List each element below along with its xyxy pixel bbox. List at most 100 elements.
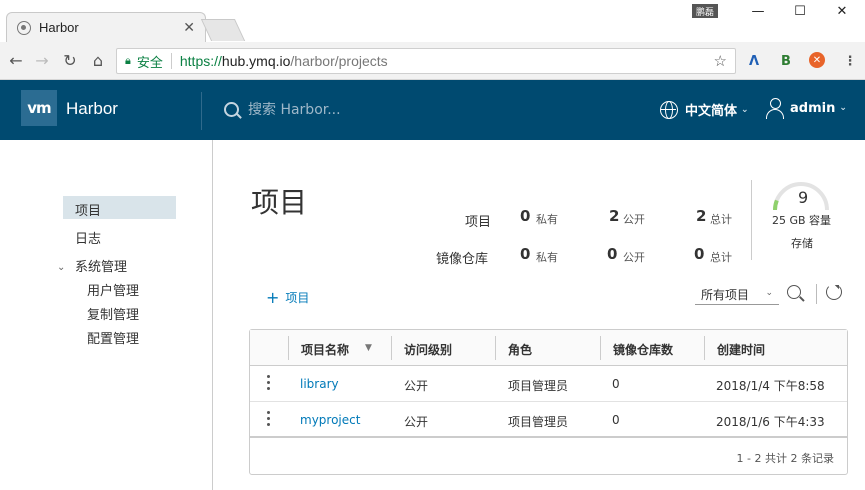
- column-header-repo-count[interactable]: 镜像仓库数: [613, 341, 673, 358]
- column-header-created[interactable]: 创建时间: [717, 341, 765, 358]
- column-header-name[interactable]: 项目名称: [301, 341, 349, 358]
- sidebar-item-replication[interactable]: 复制管理: [87, 304, 139, 323]
- sidebar-group-admin[interactable]: 系统管理: [75, 256, 127, 275]
- chevron-down-icon: ⌄: [741, 104, 749, 115]
- toolbar-divider: [816, 284, 817, 304]
- column-divider: [704, 336, 705, 360]
- stat-projects-total: 2: [696, 207, 707, 225]
- back-icon[interactable]: ←: [6, 50, 26, 70]
- sidebar-item-users[interactable]: 用户管理: [87, 280, 139, 299]
- column-divider: [495, 336, 496, 360]
- project-name-link[interactable]: myproject: [300, 413, 360, 427]
- sidebar-item-logs[interactable]: 日志: [75, 228, 101, 247]
- sidebar: 项目 日志 ⌄ 系统管理 用户管理 复制管理 配置管理: [0, 140, 213, 490]
- url-scheme: https://: [179, 53, 222, 69]
- globe-icon: [660, 100, 678, 119]
- storage-label: 存储: [791, 237, 813, 250]
- stat-repos-total: 0: [694, 245, 705, 263]
- url-path: /harbor/projects: [290, 53, 388, 69]
- table-header: 项目名称 ▼ 访问级别 角色 镜像仓库数 创建时间: [250, 330, 847, 366]
- secure-label: 安全: [136, 54, 163, 70]
- favicon-icon: [17, 20, 31, 35]
- minimize-icon[interactable]: —: [738, 0, 778, 22]
- row-actions-icon[interactable]: [267, 375, 271, 391]
- reload-icon[interactable]: ↻: [60, 50, 80, 70]
- stat-repos-public: 0: [607, 245, 618, 263]
- add-project-button[interactable]: + 项目: [266, 289, 309, 306]
- tab-title: Harbor: [39, 20, 79, 35]
- stat-total-label: 总计: [710, 213, 732, 226]
- url-host: hub.ymq.io: [221, 53, 291, 69]
- browser-tabstrip: Harbor ✕ 鹏磊 — ☐ ✕: [0, 0, 865, 42]
- stat-label-repositories: 镜像仓库: [436, 252, 489, 267]
- extension-c-icon[interactable]: ✕: [809, 52, 825, 68]
- stat-total-label: 总计: [710, 251, 732, 264]
- menu-icon[interactable]: ⋮: [841, 52, 859, 70]
- chevron-down-icon: ⌄: [765, 288, 773, 298]
- language-label: 中文简体: [685, 104, 738, 119]
- project-role: 项目管理员: [508, 379, 569, 393]
- storage-gauge-fill: [773, 199, 779, 211]
- close-window-icon[interactable]: ✕: [822, 0, 862, 22]
- new-tab-button[interactable]: [200, 19, 246, 41]
- close-tab-icon[interactable]: ✕: [183, 20, 195, 36]
- filter-search-icon[interactable]: [787, 285, 801, 299]
- extension-a-icon[interactable]: Λ: [745, 52, 763, 70]
- forward-icon[interactable]: →: [32, 50, 52, 70]
- username: admin: [790, 100, 836, 116]
- storage-count: 9: [798, 188, 809, 207]
- project-access: 公开: [404, 415, 429, 429]
- search-placeholder: 搜索 Harbor...: [248, 102, 341, 118]
- vmware-logo[interactable]: vm: [21, 90, 57, 126]
- add-project-label: 项目: [285, 291, 310, 305]
- search-icon: [224, 101, 239, 117]
- column-header-access[interactable]: 访问级别: [404, 341, 452, 358]
- project-access: 公开: [404, 379, 429, 393]
- browser-toolbar: ← → ↻ ⌂ 🔒︎ 安全 https://hub.ymq.io/harbor/…: [0, 42, 865, 80]
- maximize-icon[interactable]: ☐: [780, 0, 820, 22]
- global-search[interactable]: 搜索 Harbor...: [224, 99, 341, 119]
- stat-projects-public: 2: [609, 207, 620, 225]
- profile-badge[interactable]: 鹏磊: [692, 4, 718, 18]
- address-bar[interactable]: 🔒︎ 安全 https://hub.ymq.io/harbor/projects…: [116, 48, 736, 74]
- column-divider: [391, 336, 392, 360]
- lock-icon: 🔒︎: [125, 54, 131, 67]
- refresh-icon[interactable]: [826, 284, 842, 300]
- user-menu[interactable]: admin ⌄: [766, 98, 847, 119]
- language-selector[interactable]: 中文简体 ⌄: [660, 100, 749, 119]
- column-divider: [288, 336, 289, 360]
- filter-icon[interactable]: ▼: [365, 343, 372, 353]
- project-created: 2018/1/6 下午4:33: [716, 415, 825, 429]
- header-divider: [201, 92, 202, 130]
- project-repo-count: 0: [612, 413, 620, 427]
- browser-tab[interactable]: Harbor ✕: [6, 12, 206, 42]
- project-filter-value: 所有项目: [701, 288, 750, 302]
- address-divider: [170, 53, 172, 69]
- stat-private-label: 私有: [536, 251, 558, 264]
- stat-private-label: 私有: [536, 213, 558, 226]
- project-filter-select[interactable]: 所有项目 ⌄: [695, 283, 779, 305]
- plus-icon: +: [266, 287, 280, 307]
- row-actions-icon[interactable]: [267, 411, 271, 427]
- app-header: vm Harbor 搜索 Harbor... 中文简体 ⌄ admin ⌄: [0, 80, 865, 140]
- stat-label-projects: 项目: [465, 215, 492, 230]
- chevron-down-icon[interactable]: ⌄: [57, 262, 65, 273]
- column-divider: [600, 336, 601, 360]
- stat-public-label: 公开: [623, 251, 645, 264]
- table-row: library 公开 项目管理员 0 2018/1/4 下午8:58: [250, 366, 847, 402]
- extension-b-icon[interactable]: B: [777, 52, 795, 70]
- stat-projects-private: 0: [520, 207, 531, 225]
- home-icon[interactable]: ⌂: [88, 50, 108, 70]
- chevron-down-icon: ⌄: [839, 103, 847, 113]
- column-header-role[interactable]: 角色: [508, 341, 532, 358]
- project-created: 2018/1/4 下午8:58: [716, 379, 825, 393]
- bookmark-star-icon[interactable]: ☆: [714, 52, 727, 70]
- stats-divider: [751, 180, 752, 260]
- sidebar-item-projects[interactable]: 项目: [63, 196, 176, 219]
- project-name-link[interactable]: library: [300, 377, 339, 391]
- app-brand[interactable]: Harbor: [66, 99, 118, 119]
- sidebar-item-configuration[interactable]: 配置管理: [87, 328, 139, 347]
- page-title: 项目: [251, 186, 308, 219]
- stat-public-label: 公开: [623, 213, 645, 226]
- project-repo-count: 0: [612, 377, 620, 391]
